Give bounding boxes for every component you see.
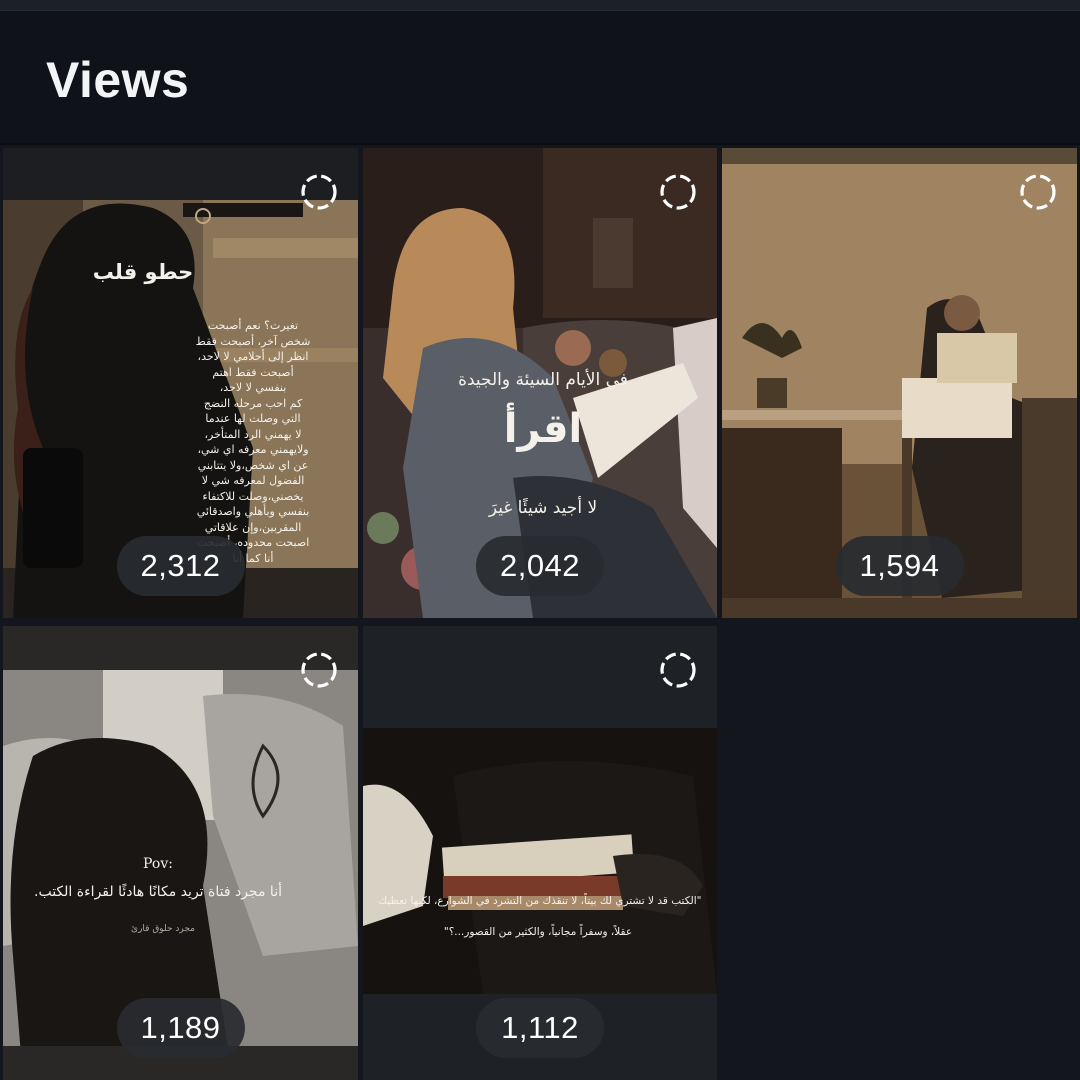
overlay-line: انظر إلى أحلامي لا لاحد، [197, 350, 309, 363]
view-tile[interactable]: "الكتب قد لا تشتري لك بيتاً، لا تنقذك من… [363, 626, 717, 1080]
header: Views [0, 11, 1080, 143]
overlay-line: الفضول لمعرفه شي لا [201, 474, 305, 487]
overlay-line: تغيرت؟ نعم أصبحت [207, 319, 299, 332]
view-count: 2,312 [116, 536, 245, 596]
overlay-line: بنفسي وبأهلي واصدقائي [196, 505, 310, 518]
dashed-circle-icon [660, 174, 696, 210]
view-count: 1,594 [835, 536, 964, 596]
view-count: 1,189 [116, 998, 245, 1058]
view-tile[interactable]: في الأيام السيئة والجيدة اقرأ لا أجيد شي… [363, 148, 717, 618]
dashed-circle-icon [301, 174, 337, 210]
overlay-line: التي وصلت لها عندما [205, 412, 301, 425]
overlay-line: ولايهمني معرفه اي شي، [197, 443, 309, 456]
dashed-circle-icon [660, 652, 696, 688]
overlay-line: أصبحت فقط اهتم [212, 365, 294, 379]
overlay-line: كم احب مرحله النضج [203, 396, 303, 410]
overlay-line: يخصني،وصلت للاكتفاء [202, 489, 304, 503]
dashed-circle-icon [301, 652, 337, 688]
overlay-big-text: اقرأ [503, 406, 583, 452]
view-count: 2,042 [475, 536, 605, 596]
overlay-line: بنفسي لا لاحد، [219, 381, 287, 394]
overlay-line: عن اي شخص،ولا يتتابني [197, 458, 309, 472]
overlay-text: في الأيام السيئة والجيدة [458, 370, 628, 390]
overlay-line: المقربين،وإن علاقاتي [204, 520, 302, 534]
dashed-circle-icon [1020, 174, 1056, 210]
view-tile[interactable]: حطو قلب تغيرت؟ نعم أصبحت شخص آخر، أصبحت ف… [3, 148, 358, 618]
view-tile[interactable]: 1,594 [722, 148, 1077, 618]
overlay-heading: حطو قلب [92, 260, 194, 284]
overlay-text: "الكتب قد لا تشتري لك بيتاً، لا تنقذك من… [378, 895, 702, 907]
overlay-line: لا يهمني الرد المتأخر، [204, 427, 302, 441]
overlay-line: شخص آخر، أصبحت فقط [195, 334, 311, 348]
overlay-text: أنا مجرد فتاة تريد مكانًا هادئًا لقراءة … [34, 884, 282, 900]
view-count: 1,112 [476, 998, 604, 1058]
overlay-text: لا أجيد شيئًا غيرَ [488, 498, 598, 518]
overlay-text: عقلاً، وسفراً مجانياً، والكثير من القصور… [443, 926, 633, 938]
top-bar [0, 0, 1080, 11]
page-title: Views [46, 52, 190, 108]
overlay-small-text: مجرد حلوق قارئ [131, 924, 195, 934]
overlay-pov-label: Pov: [143, 856, 173, 872]
view-tile[interactable]: Pov: أنا مجرد فتاة تريد مكانًا هادئًا لق… [3, 626, 358, 1080]
overlay-text: تغيرت؟ نعم أصبحت شخص آخر، أصبحت فقط انظر إ… [153, 318, 353, 566]
